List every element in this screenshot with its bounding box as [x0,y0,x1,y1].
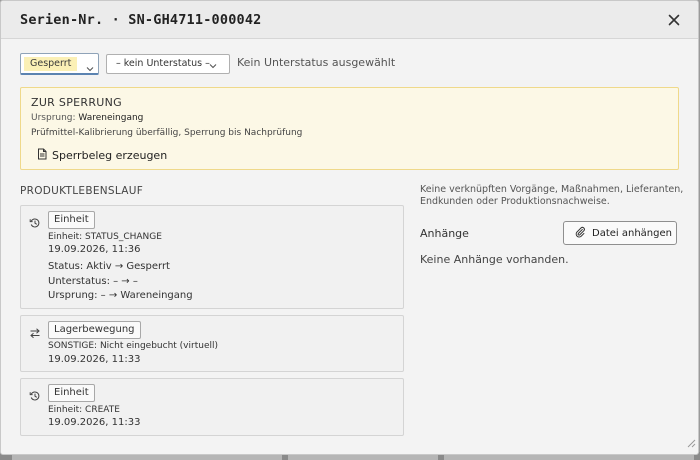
lock-box-title: ZUR SPERRUNG [31,96,122,109]
chevron-down-icon [208,60,218,78]
entry-event: Einheit: CREATE [48,405,120,415]
substatus-select[interactable]: – kein Unterstatus – [106,54,230,74]
lock-origin-label: Ursprung: [31,113,76,123]
dialog-title: Serien-Nr. · SN-GH4711-000042 [20,12,262,28]
resize-grip-icon[interactable] [684,433,696,452]
entry-detail: Unterstatus: – → – [48,276,138,287]
lock-info-box: ZUR SPERRUNG Ursprung: Wareneingang Prüf… [20,87,679,170]
entry-event: Einheit: STATUS_CHANGE [48,232,162,242]
create-lock-document-label: Sperrbeleg erzeugen [52,148,168,162]
attach-file-label: Datei anhängen [592,227,672,239]
lock-reason: Prüfmittel-Kalibrierung überfällig, Sper… [31,128,303,138]
status-chip: Gesperrt [24,57,78,71]
substatus-hint: Kein Unterstatus ausgewählt [237,56,396,69]
entry-tag: Lagerbewegung [48,321,141,339]
entry-detail: Status: Aktiv → Gesperrt [48,261,170,272]
lifecycle-entry: Einheit Einheit: CREATE 19.09.2026, 11:3… [20,378,404,436]
links-empty-info: Keine verknüpften Vorgänge, Maßnahmen, L… [420,184,684,207]
entry-event: SONSTIGE: Nicht eingebucht (virtuell) [48,341,218,351]
lifecycle-entry: Einheit Einheit: STATUS_CHANGE 19.09.202… [20,205,404,309]
entry-detail: Ursprung: – → Wareneingang [48,290,193,301]
entry-timestamp: 19.09.2026, 11:33 [48,354,141,365]
substatus-value: – kein Unterstatus – [116,58,210,69]
attach-file-button[interactable]: Datei anhängen [563,221,677,245]
create-lock-document-button[interactable]: Sperrbeleg erzeugen [36,147,167,163]
close-icon[interactable] [664,10,684,30]
entry-tag: Einheit [48,384,95,402]
lock-origin-value: Wareneingang [78,113,144,123]
lifecycle-title: PRODUKTLEBENSLAUF [20,185,144,197]
no-attachments-text: Keine Anhänge vorhanden. [420,253,569,266]
dialog-header: Serien-Nr. · SN-GH4711-000042 [1,1,698,39]
lock-origin: Ursprung: Wareneingang [31,113,143,123]
document-icon [36,148,48,163]
status-select[interactable]: Gesperrt [20,53,99,75]
chevron-down-icon [85,59,95,78]
entry-timestamp: 19.09.2026, 11:33 [48,417,141,428]
history-icon [29,214,41,233]
paperclip-icon [574,226,586,241]
transfer-icon [29,324,41,343]
attachments-label: Anhänge [420,227,469,240]
lifecycle-entry: Lagerbewegung SONSTIGE: Nicht eingebucht… [20,315,404,372]
entry-timestamp: 19.09.2026, 11:36 [48,244,141,255]
entry-tag: Einheit [48,211,95,229]
history-icon [29,387,41,406]
serial-number-dialog: Serien-Nr. · SN-GH4711-000042 Gesperrt –… [0,0,699,455]
